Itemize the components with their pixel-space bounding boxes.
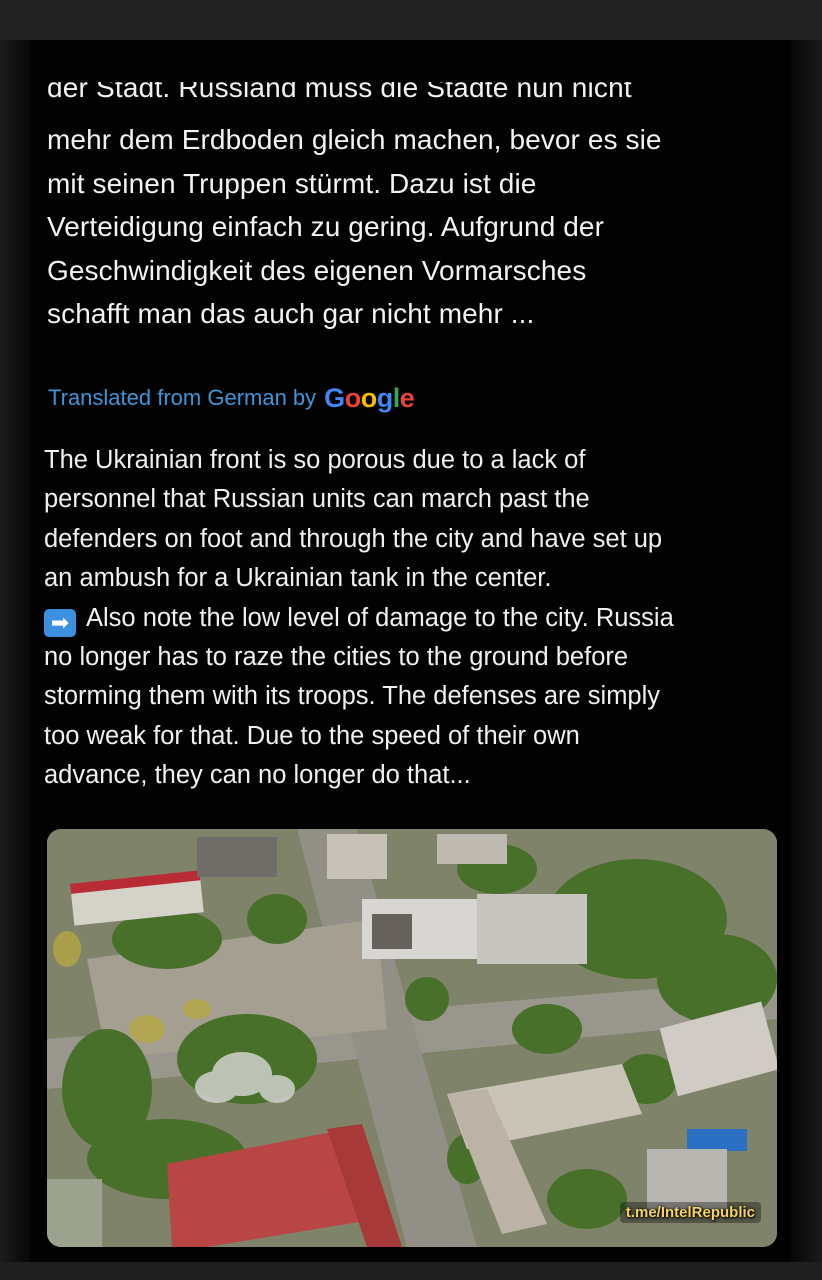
translated-english-text: The Ukrainian front is so porous due to … <box>44 441 784 796</box>
right-arrow-icon: ➡ <box>44 608 76 637</box>
english-line: The Ukrainian front is so porous due to … <box>44 446 586 474</box>
translation-attribution[interactable]: Translated from German by Google <box>48 378 415 418</box>
translated-from-label[interactable]: Translated from German by <box>48 385 316 411</box>
german-line: mit seinen Truppen stürmt. Dazu ist die <box>47 167 537 199</box>
aerial-photo-illustration <box>47 829 777 1247</box>
original-german-text: mehr dem Erdboden gleich machen, bevor e… <box>47 118 777 336</box>
german-line: mehr dem Erdboden gleich machen, bevor e… <box>47 124 662 155</box>
english-line: storming them with its troops. The defen… <box>44 682 661 711</box>
german-line: Verteidigung einfach zu gering. Aufgrund… <box>47 211 605 242</box>
status-bar <box>0 0 822 40</box>
cut-off-text-line: der Stadt. Russland muss die Städte nun … <box>47 82 632 103</box>
channel-watermark: t.me/IntelRepublic <box>619 1202 761 1223</box>
navigation-bar <box>0 1262 822 1280</box>
english-line: too weak for that. Due to the speed of t… <box>44 721 580 750</box>
english-line: defenders on foot and through the city a… <box>44 524 663 553</box>
english-line: advance, they can no longer do that... <box>44 761 471 790</box>
english-line: ➡ Also note the low level of damage to th… <box>44 599 784 638</box>
english-line: an ambush for a Ukrainian tank in the ce… <box>44 564 552 593</box>
google-logo: Google <box>324 382 415 413</box>
german-line: schafft man das auch gar nicht mehr ... <box>47 298 535 329</box>
aerial-city-photo[interactable]: t.me/IntelRepublic <box>47 829 777 1247</box>
english-line: personnel that Russian units can march p… <box>44 485 590 514</box>
english-line: no longer has to raze the cities to the … <box>44 643 629 672</box>
german-line: Geschwindigkeit des eigenen Vormarsches <box>47 254 587 286</box>
